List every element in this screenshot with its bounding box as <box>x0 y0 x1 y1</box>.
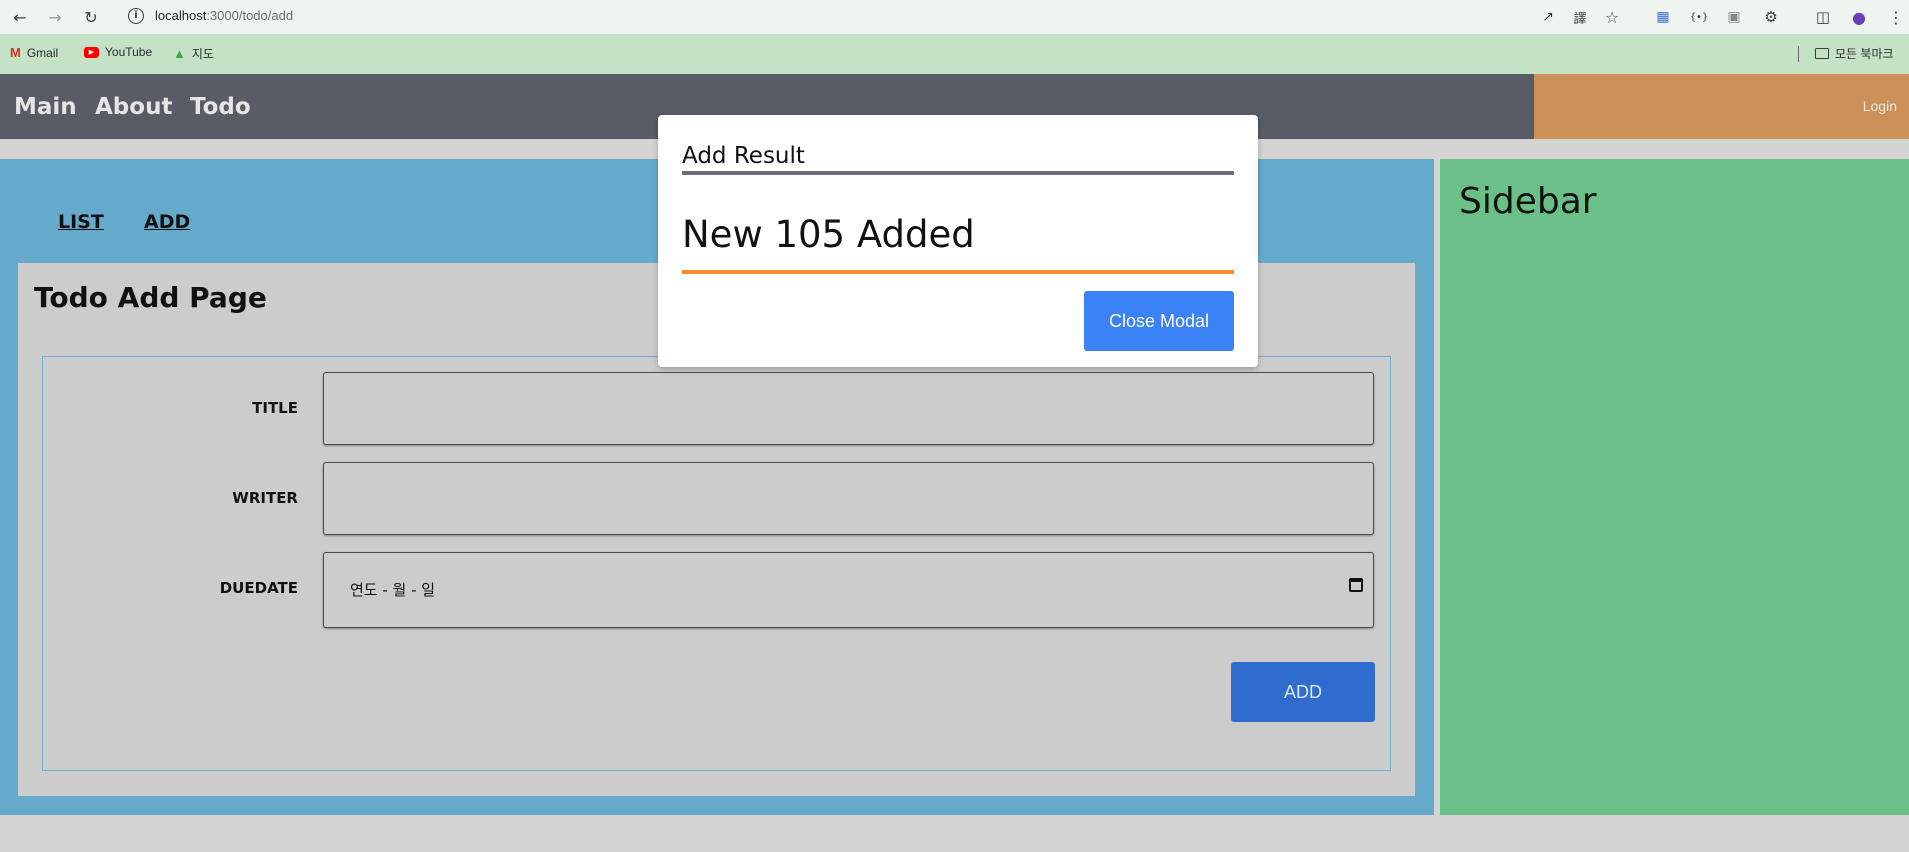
modal-title: Add Result <box>682 143 805 169</box>
nav-link-todo[interactable]: Todo <box>190 94 251 120</box>
url-path: :3000/todo/add <box>206 8 294 23</box>
duedate-input[interactable]: 연도 - 월 - 일 <box>323 552 1374 628</box>
login-bar: Login <box>1534 74 1909 139</box>
open-external-icon[interactable]: ↗ <box>1537 6 1559 28</box>
bookmark-label: 지도 <box>191 47 214 61</box>
title-label: TITLE <box>252 399 298 417</box>
browser-menu-icon[interactable]: ⋮ <box>1885 6 1907 28</box>
bookmark-gmail[interactable]: M Gmail <box>10 45 58 60</box>
site-info-icon[interactable]: i <box>128 8 144 24</box>
extension-icon[interactable]: ▣ <box>1723 6 1745 28</box>
subnav-add-link[interactable]: ADD <box>144 211 190 233</box>
profile-avatar-icon[interactable]: ● <box>1848 6 1870 28</box>
all-bookmarks-label: 모든 북마크 <box>1835 47 1894 61</box>
maps-icon: ▲ <box>173 46 186 61</box>
modal-message: New 105 Added <box>682 213 975 256</box>
page-title: Todo Add Page <box>34 281 267 314</box>
modal-title-divider <box>682 171 1234 175</box>
duedate-label: DUEDATE <box>219 579 298 597</box>
bookmark-label: YouTube <box>105 45 153 59</box>
modal-message-divider <box>682 270 1234 274</box>
sidebar-title: Sidebar <box>1459 181 1597 222</box>
extensions-puzzle-icon[interactable]: ⚙ <box>1760 6 1782 28</box>
folder-icon <box>1815 48 1829 59</box>
gmail-icon: M <box>10 45 21 60</box>
duedate-placeholder: 연도 - 월 - 일 <box>350 581 436 599</box>
bookmarks-bar: M Gmail ▶ YouTube ▲ 지도 모든 북마크 <box>0 34 1909 74</box>
login-link[interactable]: Login <box>1863 98 1897 114</box>
nav-link-main[interactable]: Main <box>14 94 77 120</box>
address-bar[interactable]: localhost:3000/todo/add <box>155 8 293 23</box>
extension-icon[interactable]: ▦ <box>1652 6 1674 28</box>
subnav-list-link[interactable]: LIST <box>58 211 104 233</box>
todo-add-form: TITLE WRITER DUEDATE 연도 - 월 - 일 ADD <box>42 356 1391 771</box>
add-button[interactable]: ADD <box>1231 662 1375 722</box>
nav-link-about[interactable]: About <box>95 94 172 120</box>
extension-icon[interactable]: {•} <box>1688 6 1710 28</box>
bookmark-label: Gmail <box>26 45 59 60</box>
bookmark-star-icon[interactable]: ☆ <box>1601 6 1623 28</box>
writer-label: WRITER <box>232 489 298 507</box>
back-arrow-icon[interactable]: ← <box>9 6 31 28</box>
bookmarks-divider <box>1798 46 1799 62</box>
forward-arrow-icon[interactable]: → <box>44 6 66 28</box>
title-input[interactable] <box>323 372 1374 445</box>
browser-toolbar: ← → ↻ i localhost:3000/todo/add ↗ 譯 ☆ ▦ … <box>0 0 1909 34</box>
youtube-icon: ▶ <box>84 46 99 58</box>
close-modal-button[interactable]: Close Modal <box>1084 291 1234 351</box>
bookmark-maps[interactable]: ▲ 지도 <box>173 45 214 62</box>
side-panel-icon[interactable]: ◫ <box>1812 6 1834 28</box>
calendar-icon[interactable] <box>1349 578 1363 592</box>
bookmark-youtube[interactable]: ▶ YouTube <box>84 45 152 59</box>
reload-icon[interactable]: ↻ <box>80 6 102 28</box>
all-bookmarks[interactable]: 모든 북마크 <box>1815 45 1894 62</box>
writer-input[interactable] <box>323 462 1374 535</box>
sidebar: Sidebar <box>1440 159 1909 815</box>
translate-icon[interactable]: 譯 <box>1569 6 1591 28</box>
add-result-modal: Add Result New 105 Added Close Modal <box>658 115 1258 367</box>
url-host: localhost <box>155 8 207 23</box>
